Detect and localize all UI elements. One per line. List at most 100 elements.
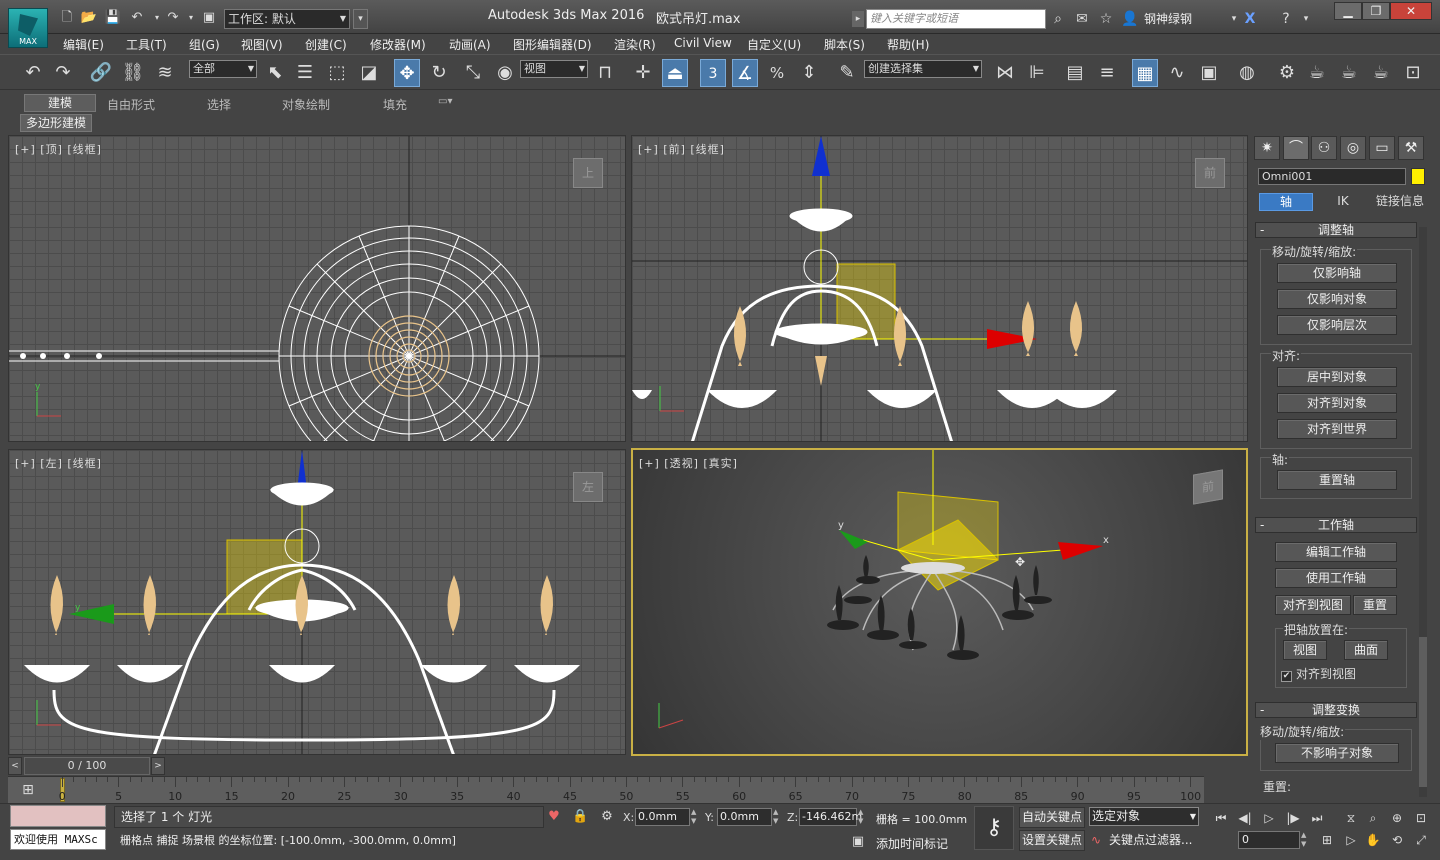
viewport-label[interactable]: [+] [顶] [线框] [15, 141, 102, 157]
viewport-perspective[interactable]: [+] [透视] [真实] 前 y x ✥ [631, 448, 1248, 756]
current-frame-input[interactable]: 0 [1238, 831, 1300, 849]
menu-group[interactable]: 组(G) [189, 36, 220, 53]
object-color-swatch[interactable] [1411, 168, 1425, 185]
viewcube[interactable]: 左 [573, 472, 603, 502]
mini-curve-editor-icon[interactable]: ⊞ [14, 779, 42, 801]
menu-graph-editors[interactable]: 图形编辑器(D) [513, 36, 592, 53]
affect-pivot-only-button[interactable]: 仅影响轴 [1277, 263, 1397, 283]
object-name-field[interactable]: Omni001 [1258, 168, 1406, 185]
pan-view-icon[interactable]: ✋ [1362, 831, 1384, 849]
percent-snap-icon[interactable]: % [764, 59, 790, 87]
viewport-left[interactable]: [+] [左] [线框] 左 y [8, 449, 626, 755]
edit-working-pivot-button[interactable]: 编辑工作轴 [1275, 542, 1397, 562]
rotate-icon[interactable]: ↻ [426, 59, 452, 87]
place-pivot-surface-button[interactable]: 曲面 [1344, 640, 1388, 660]
unlink-icon[interactable]: ⛓ [120, 59, 146, 87]
rollout-adjust-transform[interactable]: - 调整变换 [1255, 702, 1417, 718]
project-folder-icon[interactable]: ▣ [200, 10, 218, 26]
mirror-icon[interactable]: ⋈ [992, 59, 1018, 87]
toggle-ribbon-icon[interactable]: ▦ [1132, 59, 1158, 87]
save-file-icon[interactable]: 💾 [104, 10, 122, 26]
reset-pivot-button[interactable]: 重置轴 [1277, 470, 1397, 490]
snap-3d-icon[interactable]: 3 [700, 59, 726, 87]
polygon-modeling-button[interactable]: 多边形建模 [20, 114, 93, 132]
spinner-snap-icon[interactable]: ⇕ [796, 59, 822, 87]
key-mode-toggle-icon[interactable]: ⧖ [1340, 809, 1362, 827]
menu-help[interactable]: 帮助(H) [887, 36, 929, 53]
add-time-tag-icon[interactable]: ▣ [850, 834, 866, 850]
use-working-pivot-button[interactable]: 使用工作轴 [1275, 568, 1397, 588]
user-icon[interactable]: 👤 [1120, 9, 1140, 29]
menu-rendering[interactable]: 渲染(R) [614, 36, 656, 53]
motion-tab-icon[interactable]: ◎ [1340, 136, 1366, 160]
menu-civil-view[interactable]: Civil View [674, 36, 732, 50]
selection-filter-dropdown[interactable]: 全部 ▼ [189, 60, 257, 78]
viewcube[interactable]: 上 [573, 158, 603, 188]
link-icon[interactable]: 🔗 [88, 59, 114, 87]
display-tab-icon[interactable]: ▭ [1369, 136, 1395, 160]
set-key-icon[interactable]: ⚷ [974, 806, 1014, 850]
zoom-extents-icon[interactable]: ⊡ [1410, 809, 1432, 827]
search-input[interactable]: 键入关键字或短语 [866, 9, 1046, 29]
zoom-icon[interactable]: ⌕ [1362, 809, 1384, 827]
menu-modifiers[interactable]: 修改器(M) [370, 36, 426, 53]
maxscript-listener[interactable] [10, 805, 106, 827]
ik-subtab[interactable]: IK [1316, 193, 1370, 211]
maxscript-mini-listener[interactable]: 欢迎使用 MAXSc [10, 829, 106, 850]
next-frame-icon[interactable]: > [151, 757, 165, 775]
angle-snap-icon[interactable]: ∡ [732, 59, 758, 87]
scrollbar-thumb[interactable] [1419, 637, 1427, 787]
align-icon[interactable]: ⊫ [1024, 59, 1050, 87]
add-time-tag[interactable]: 添加时间标记 [876, 835, 948, 852]
key-mode-dropdown[interactable]: 选定对象 ▼ [1089, 807, 1199, 826]
affect-hierarchy-only-button[interactable]: 仅影响层次 [1277, 315, 1397, 335]
y-coordinate-input[interactable]: 0.0mm [717, 808, 772, 826]
create-tab-icon[interactable]: ✷ [1254, 136, 1280, 160]
align-to-object-button[interactable]: 对齐到对象 [1277, 393, 1397, 413]
play-icon[interactable]: ▷ [1258, 809, 1280, 827]
goto-end-icon[interactable]: ⏭ [1306, 809, 1328, 827]
render-iterative-icon[interactable]: ☕ [1368, 59, 1394, 87]
workspace-menu-icon[interactable]: ▾ [353, 9, 368, 29]
rollout-adjust-pivot[interactable]: - 调整轴 [1255, 222, 1417, 238]
keyboard-shortcut-icon[interactable]: ⏏ [662, 59, 688, 87]
user-name[interactable]: 钢神绿钢 [1144, 10, 1192, 27]
manipulate-icon[interactable]: ✛ [630, 59, 656, 87]
track-bar[interactable]: ⊞ 0 5 10 15 20 25 30 35 40 45 50 55 60 65 70 75 80 85 90 95… [8, 776, 1204, 803]
viewcube[interactable]: 前 [1193, 469, 1223, 505]
time-slider-thumb[interactable]: 0 / 100 [24, 757, 150, 775]
binoculars-icon[interactable]: ⌕ [1048, 9, 1068, 29]
align-to-view-checkbox[interactable]: ✔ 对齐到视图 [1281, 665, 1356, 682]
help-icon[interactable]: ? [1276, 9, 1296, 29]
modify-tab-icon[interactable]: ⌒ [1283, 136, 1309, 160]
app-logo[interactable]: MAX [8, 8, 48, 48]
place-pivot-view-button[interactable]: 视图 [1283, 640, 1327, 660]
set-key-button[interactable]: 设置关键点 [1019, 830, 1085, 851]
z-coordinate-input[interactable]: -146.462m [799, 808, 862, 826]
material-editor-icon[interactable]: ◍ [1234, 59, 1260, 87]
dont-affect-children-button[interactable]: 不影响子对象 [1275, 743, 1399, 763]
search-expand-icon[interactable]: ▸ [852, 11, 864, 27]
undo-icon[interactable]: ↶ [20, 59, 46, 87]
pivot-icon[interactable]: ◉ [492, 59, 518, 87]
affect-object-only-button[interactable]: 仅影响对象 [1277, 289, 1397, 309]
layer-manager-icon[interactable]: ▤ [1062, 59, 1088, 87]
auto-key-button[interactable]: 自动关键点 [1019, 807, 1085, 828]
reference-coord-dropdown[interactable]: 视图 ▼ [520, 60, 588, 78]
menu-create[interactable]: 创建(C) [305, 36, 347, 53]
align-to-view-button[interactable]: 对齐到视图 [1275, 595, 1351, 615]
pivot-subtab[interactable]: 轴 [1259, 193, 1313, 211]
ribbon-options-icon[interactable]: ▭▾ [438, 96, 452, 107]
next-key-icon[interactable]: |▶ [1282, 809, 1304, 827]
menu-customize[interactable]: 自定义(U) [747, 36, 801, 53]
move-icon[interactable]: ✥ [394, 59, 420, 87]
prev-frame-icon[interactable]: < [8, 757, 22, 775]
y-spinner-icon[interactable]: ▲ ▼ [773, 808, 780, 826]
time-config-icon[interactable]: ⊞ [1316, 831, 1338, 849]
rect-region-icon[interactable]: ⬚ [324, 59, 350, 87]
absolute-mode-icon[interactable]: ⚙ [599, 809, 615, 825]
time-slider[interactable]: < 0 / 100 > [8, 757, 1248, 775]
key-filters-button[interactable]: ∿ 关键点过滤器... [1089, 830, 1203, 851]
ribbon-tab-modeling[interactable]: 建模 [24, 94, 96, 112]
viewport-label[interactable]: [+] [前] [线框] [638, 141, 725, 157]
